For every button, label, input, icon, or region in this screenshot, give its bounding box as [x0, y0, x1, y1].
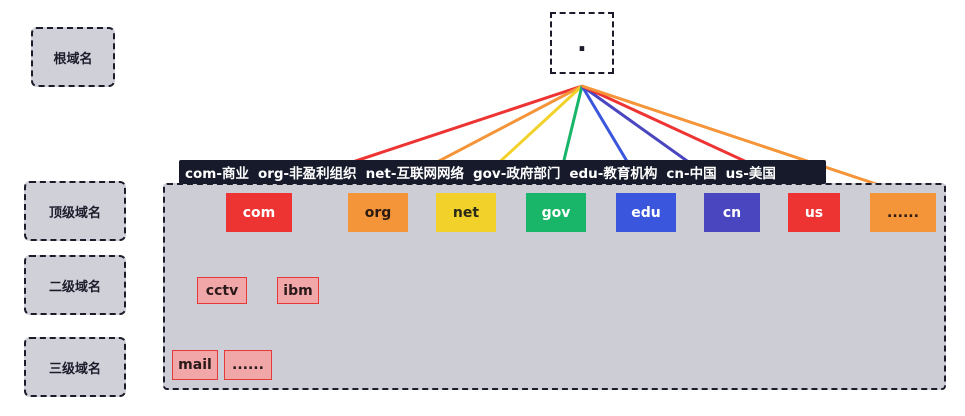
- tld-node-net: net: [436, 193, 496, 232]
- legend-item: us-美国: [725, 166, 776, 182]
- third-node-more: ......: [224, 350, 272, 380]
- second-node-cctv: cctv: [197, 277, 247, 304]
- legend-item: edu-教育机构: [569, 166, 658, 182]
- legend-item: com-商业: [185, 166, 249, 182]
- tld-node-cn: cn: [704, 193, 760, 232]
- tld-node-us: us: [788, 193, 840, 232]
- tld-node-edu: edu: [616, 193, 676, 232]
- tld-legend: com-商业 org-非盈利组织 net-互联网网络 gov-政府部门 edu-…: [179, 160, 826, 184]
- level-second-label: 二级域名: [24, 255, 126, 315]
- legend-item: org-非盈利组织: [257, 166, 357, 182]
- legend-item: gov-政府部门: [472, 166, 561, 182]
- tld-node-org: org: [348, 193, 408, 232]
- tld-node-gov: gov: [526, 193, 586, 232]
- third-node-mail: mail: [172, 350, 218, 380]
- second-node-ibm: ibm: [277, 277, 319, 304]
- legend-item: cn-中国: [666, 166, 717, 182]
- level-root-label: 根域名: [31, 27, 115, 87]
- level-tld-label: 顶级域名: [24, 181, 126, 241]
- level-third-label: 三级域名: [24, 337, 126, 397]
- tld-node-more: ......: [870, 193, 936, 232]
- legend-item: net-互联网网络: [365, 166, 464, 182]
- tld-node-com: com: [226, 193, 292, 232]
- root-node: .: [550, 12, 614, 74]
